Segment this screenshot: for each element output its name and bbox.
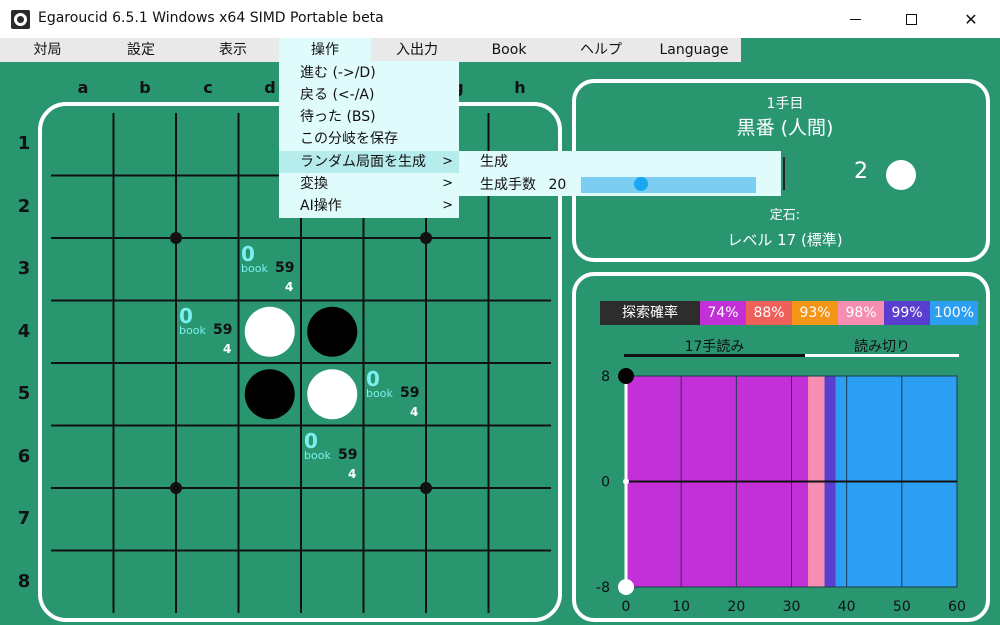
moves-value: 20 [548, 177, 567, 193]
eval-point [618, 579, 634, 595]
origin-point [623, 478, 629, 485]
menu-item-label: 変換 [300, 176, 328, 192]
x-tick-label: 10 [672, 599, 690, 615]
menu-item-forward[interactable]: 進む (->/D) [279, 62, 459, 84]
menu-item-undo[interactable]: 待った (BS) [279, 106, 459, 128]
operation-menu: 進む (->/D) 戻る (<-/A) 待った (BS) この分岐を保存 ランダ… [279, 61, 459, 218]
menu-item-random-position[interactable]: ランダム局面を生成 > [279, 151, 459, 173]
menu-item-convert[interactable]: 変換 > [279, 173, 459, 195]
x-tick-label: 20 [727, 599, 745, 615]
submenu-arrow-icon: > [442, 198, 453, 213]
submenu-arrow-icon: > [442, 154, 453, 169]
moves-slider[interactable] [581, 177, 756, 193]
x-tick-label: 60 [948, 599, 966, 615]
menu-item-label: ランダム局面を生成 [300, 154, 426, 170]
eval-point [618, 368, 634, 384]
submenu-arrow-icon: > [442, 176, 453, 191]
slider-handle[interactable] [633, 177, 648, 191]
y-tick-label: 8 [601, 369, 610, 385]
y-tick-label: -8 [596, 580, 610, 596]
menu-item-label: 待った (BS) [300, 109, 376, 125]
x-tick-label: 40 [838, 599, 856, 615]
evaluation-graph: 0 10 20 30 40 50 60 8 0 -8 [596, 368, 966, 615]
x-tick-label: 30 [783, 599, 801, 615]
moves-label: 生成手数 [480, 177, 536, 193]
menu-item-save-branch[interactable]: この分岐を保存 [279, 128, 459, 150]
menu-item-label: 進む (->/D) [300, 65, 376, 81]
menu-item-label: この分岐を保存 [300, 131, 398, 147]
x-tick-label: 0 [622, 599, 631, 615]
menu-item-back[interactable]: 戻る (<-/A) [279, 84, 459, 106]
x-tick-label: 50 [893, 599, 911, 615]
generate-button[interactable]: 生成 [459, 151, 781, 173]
menu-item-label: 戻る (<-/A) [300, 87, 375, 103]
y-tick-label: 0 [601, 475, 610, 491]
menu-item-ai-operation[interactable]: AI操作 > [279, 195, 459, 217]
menu-item-label: AI操作 [300, 198, 342, 214]
random-position-submenu: 生成 生成手数 20 [459, 151, 781, 196]
